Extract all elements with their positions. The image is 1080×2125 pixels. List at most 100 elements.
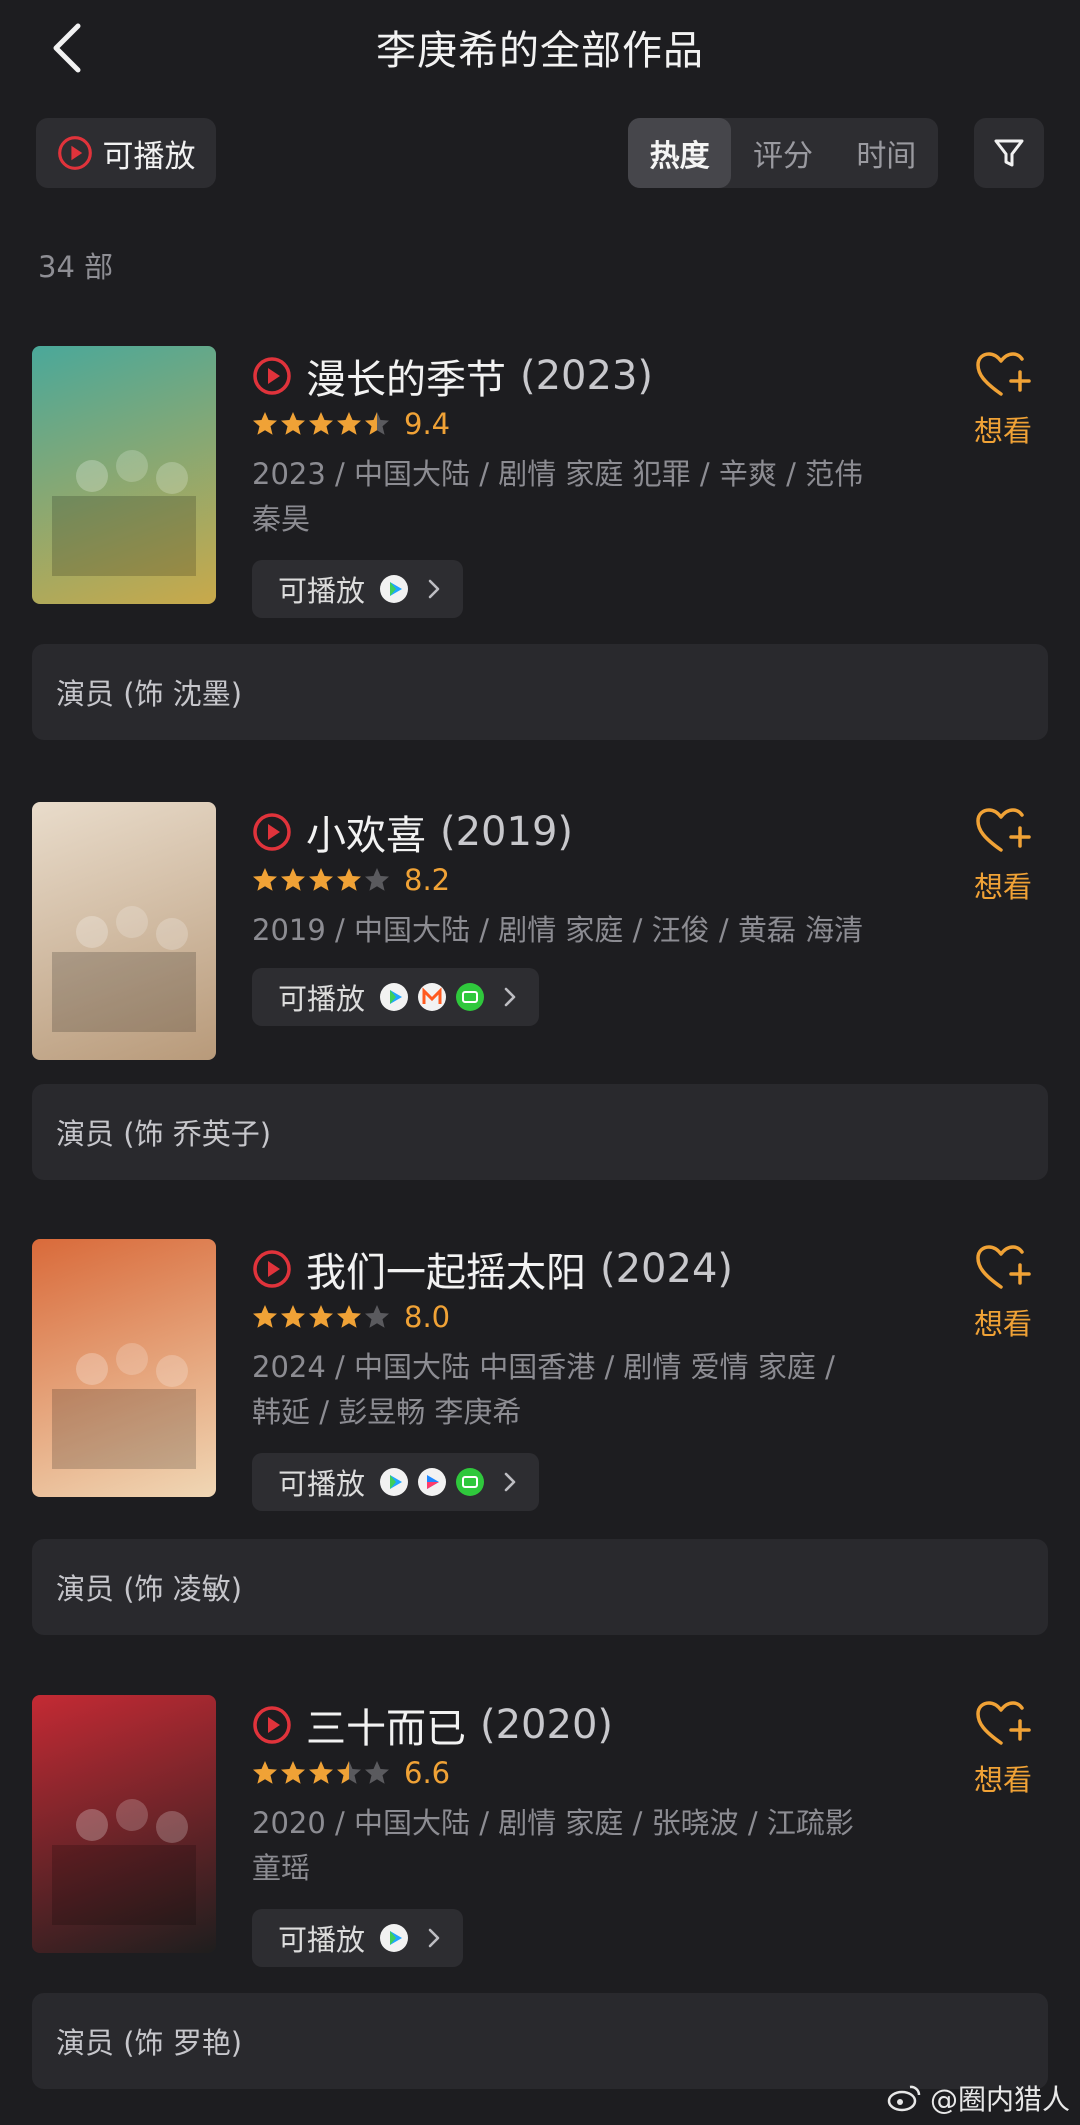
available-sources-button[interactable]: 可播放 [252, 1453, 540, 1511]
meta-line: 韩延 / 彭昱畅 李庚希 [252, 1395, 522, 1429]
want-to-watch-label: 想看 [973, 1763, 1032, 1797]
role-bar[interactable]: 演员 (饰 罗艳) [32, 1993, 1048, 2089]
rating-row: 8.2 [252, 858, 450, 902]
work-meta: 2019 / 中国大陆 / 剧情 家庭 / 汪俊 / 黄磊 海清 [252, 908, 912, 953]
star-rating [252, 1304, 390, 1330]
meta-line: 童瑶 [252, 1851, 311, 1885]
rating-row: 6.6 [252, 1751, 450, 1795]
tab-time[interactable]: 时间 [835, 118, 938, 188]
star-icon [365, 412, 389, 435]
star-icon [309, 1761, 333, 1784]
toolbar: 可播放 热度 评分 时间 [0, 118, 1080, 188]
want-to-watch-button[interactable]: 想看 [968, 806, 1038, 916]
meta-line: 秦昊 [252, 502, 311, 536]
want-to-watch-label: 想看 [973, 414, 1032, 448]
star-icon [309, 412, 333, 435]
want-to-watch-label: 想看 [973, 870, 1032, 904]
iqiyi-icon [456, 1468, 485, 1496]
rating-row: 9.4 [252, 402, 450, 446]
star-icon [337, 1305, 361, 1328]
page-title: 李庚希的全部作品 [376, 28, 704, 74]
work-year: (2023) [520, 353, 654, 399]
work-title: 三十而已 [306, 1706, 466, 1752]
work-year: (2024) [600, 1246, 734, 1292]
tencent-video-icon [380, 983, 409, 1011]
play-circle-icon [253, 357, 291, 395]
play-circle-icon [253, 813, 291, 851]
work-year: (2019) [440, 809, 574, 855]
tab-rating[interactable]: 评分 [731, 118, 834, 188]
work-item[interactable]: 漫长的季节 (2023) 9.4 2023 / 中国大陆 / 剧情 家庭 犯罪 / 辛… [0, 346, 1080, 776]
role-bar[interactable]: 演员 (饰 沈墨) [32, 644, 1048, 740]
rating-row: 8.0 [252, 1295, 450, 1339]
available-sources-button[interactable]: 可播放 [252, 560, 464, 618]
work-title: 我们一起摇太阳 [306, 1250, 586, 1296]
available-label: 可播放 [278, 982, 366, 1016]
want-to-watch-label: 想看 [973, 1307, 1032, 1341]
meta-line: 2020 / 中国大陆 / 剧情 家庭 / 张晓波 / 江疏影 [252, 1806, 854, 1840]
poster-image[interactable] [32, 802, 216, 1060]
title-row[interactable]: 小欢喜 (2019) [252, 802, 573, 862]
header-bar: 李庚希的全部作品 [0, 0, 1080, 100]
available-label: 可播放 [278, 1923, 366, 1957]
play-circle-icon [253, 1706, 291, 1744]
star-rating [252, 867, 390, 893]
poster-image[interactable] [32, 1239, 216, 1497]
available-sources-button[interactable]: 可播放 [252, 1909, 464, 1967]
star-icon [281, 1761, 305, 1784]
heart-plus-icon [976, 1701, 1031, 1745]
chevron-right-icon [504, 1472, 516, 1492]
title-row[interactable]: 漫长的季节 (2023) [252, 346, 653, 406]
star-icon [365, 1305, 389, 1328]
want-to-watch-button[interactable]: 想看 [968, 1699, 1038, 1809]
tencent-video-icon [380, 575, 409, 603]
role-bar[interactable]: 演员 (饰 凌敏) [32, 1539, 1048, 1635]
youku-icon [418, 1468, 447, 1496]
rating-score: 8.2 [404, 863, 451, 897]
sort-tabs: 热度 评分 时间 [628, 118, 938, 188]
work-title: 漫长的季节 [306, 357, 506, 403]
star-icon [253, 1305, 277, 1328]
work-item[interactable]: 我们一起摇太阳 (2024) 8.0 2024 / 中国大陆 中国香港 / 剧情 爱情… [0, 1239, 1080, 1669]
role-bar[interactable]: 演员 (饰 乔英子) [32, 1084, 1048, 1180]
rating-score: 9.4 [404, 407, 451, 441]
tencent-video-icon [380, 1924, 409, 1952]
title-row[interactable]: 我们一起摇太阳 (2024) [252, 1239, 733, 1299]
star-icon [337, 1761, 361, 1784]
work-item[interactable]: 三十而已 (2020) 6.6 2020 / 中国大陆 / 剧情 家庭 / 张晓波 /… [0, 1695, 1080, 2125]
want-to-watch-button[interactable]: 想看 [968, 350, 1038, 460]
star-icon [309, 868, 333, 891]
star-icon [253, 412, 277, 435]
work-meta: 2023 / 中国大陆 / 剧情 家庭 犯罪 / 辛爽 / 范伟 秦昊 [252, 452, 912, 542]
heart-plus-icon [976, 352, 1031, 396]
weibo-icon [887, 2085, 921, 2112]
star-icon [365, 868, 389, 891]
chevron-right-icon [428, 579, 440, 599]
want-to-watch-button[interactable]: 想看 [968, 1243, 1038, 1353]
work-year: (2020) [480, 1702, 614, 1748]
star-icon [281, 868, 305, 891]
star-icon [337, 868, 361, 891]
mango-tv-icon [418, 983, 447, 1011]
work-meta: 2020 / 中国大陆 / 剧情 家庭 / 张晓波 / 江疏影 童瑶 [252, 1801, 912, 1891]
iqiyi-icon [456, 983, 485, 1011]
watermark-text: @圈内猎人 [930, 2083, 1071, 2116]
available-sources-button[interactable]: 可播放 [252, 968, 540, 1026]
star-icon [281, 412, 305, 435]
star-rating [252, 411, 390, 437]
filter-button[interactable] [974, 118, 1044, 188]
play-circle-icon [253, 1250, 291, 1288]
work-item[interactable]: 小欢喜 (2019) 8.2 2019 / 中国大陆 / 剧情 家庭 / 汪俊 / 黄… [0, 802, 1080, 1232]
work-title: 小欢喜 [306, 813, 426, 859]
tab-popularity[interactable]: 热度 [628, 118, 732, 188]
playable-filter-button[interactable]: 可播放 [36, 118, 216, 188]
star-icon [337, 412, 361, 435]
poster-image[interactable] [32, 346, 216, 604]
poster-image[interactable] [32, 1695, 216, 1953]
title-row[interactable]: 三十而已 (2020) [252, 1695, 613, 1755]
available-label: 可播放 [278, 574, 366, 608]
available-label: 可播放 [278, 1467, 366, 1501]
heart-plus-icon [976, 1245, 1031, 1289]
works-count: 34 部 [38, 250, 114, 284]
play-circle-icon [57, 136, 92, 170]
